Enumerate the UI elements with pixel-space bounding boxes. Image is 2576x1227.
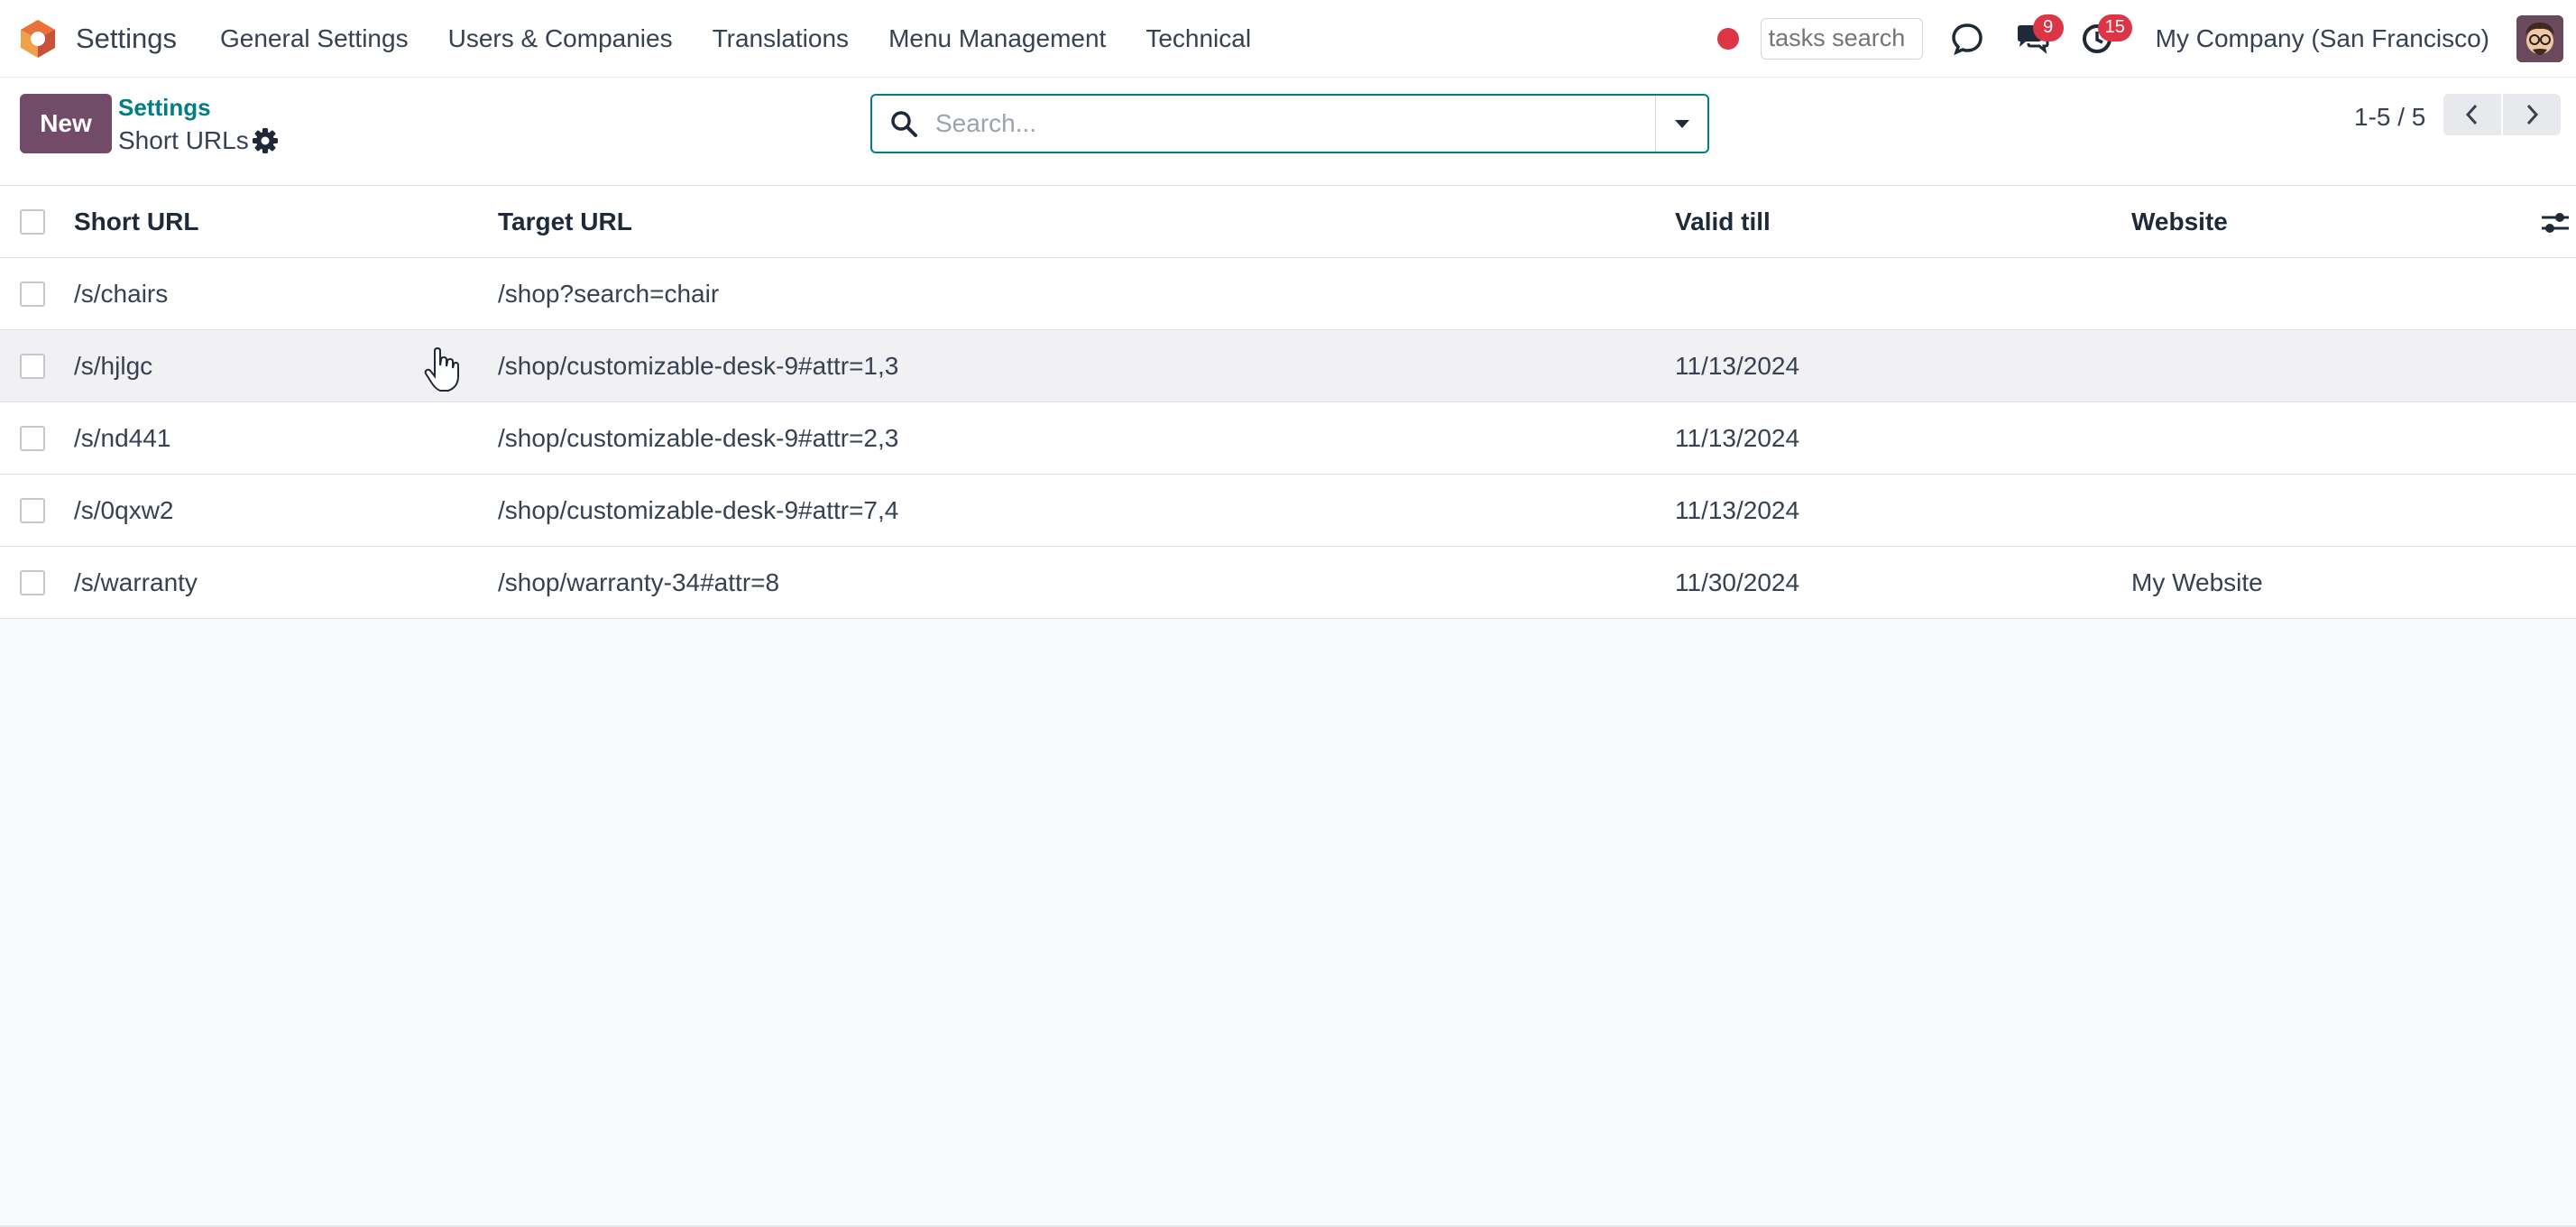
messages-badge: 9 [2032, 14, 2064, 42]
control-panel: New Settings Short URLs 1-5 / 5 [0, 78, 2576, 186]
table-row[interactable]: /s/chairs /shop?search=chair [0, 258, 2576, 330]
cell-valid-till: 11/30/2024 [1675, 568, 1800, 596]
cell-short-url: /s/warranty [74, 568, 198, 596]
search-icon [872, 96, 935, 152]
cell-short-url: /s/hjlgc [74, 352, 153, 380]
cell-valid-till: 11/13/2024 [1675, 496, 1800, 524]
activities-badge: 15 [2097, 14, 2132, 42]
row-checkbox[interactable] [20, 498, 45, 523]
pager-value[interactable]: 1-5 / 5 [2354, 103, 2425, 132]
column-header-short-url[interactable]: Short URL [74, 186, 198, 258]
select-all-checkbox[interactable] [20, 209, 45, 235]
cell-short-url: /s/0qxw2 [74, 496, 174, 524]
table-row[interactable]: /s/nd441 /shop/customizable-desk-9#attr=… [0, 402, 2576, 475]
new-button[interactable]: New [20, 94, 112, 153]
chat-icon[interactable] [1945, 16, 1990, 61]
cell-target-url: /shop/customizable-desk-9#attr=1,3 [498, 352, 899, 380]
row-checkbox[interactable] [20, 426, 45, 451]
menu-users-companies[interactable]: Users & Companies [428, 24, 693, 53]
cell-target-url: /shop/customizable-desk-9#attr=7,4 [498, 496, 899, 524]
menu-translations[interactable]: Translations [693, 24, 869, 53]
column-header-valid-till[interactable]: Valid till [1675, 186, 1771, 258]
search-bar [870, 94, 1709, 153]
search-input[interactable] [935, 97, 1655, 151]
chevron-right-icon[interactable] [2503, 94, 2561, 135]
menu-general-settings[interactable]: General Settings [200, 24, 428, 53]
optional-columns-icon[interactable] [2540, 208, 2571, 238]
odoo-logo-icon[interactable] [16, 17, 60, 60]
cell-target-url: /shop?search=chair [498, 280, 720, 308]
tasks-search-input[interactable] [1760, 17, 1923, 60]
company-switcher[interactable]: My Company (San Francisco) [2156, 24, 2489, 53]
breadcrumb-settings[interactable]: Settings [118, 94, 211, 122]
row-checkbox[interactable] [20, 570, 45, 595]
cell-target-url: /shop/customizable-desk-9#attr=2,3 [498, 424, 899, 452]
table-row[interactable]: /s/0qxw2 /shop/customizable-desk-9#attr=… [0, 475, 2576, 547]
caret-down-icon[interactable] [1655, 96, 1707, 152]
row-checkbox[interactable] [20, 281, 45, 307]
column-header-target-url[interactable]: Target URL [498, 186, 632, 258]
menu-menu-management[interactable]: Menu Management [869, 24, 1126, 53]
table-row[interactable]: /s/warranty /shop/warranty-34#attr=8 11/… [0, 547, 2576, 619]
cell-short-url: /s/chairs [74, 280, 169, 308]
gear-icon[interactable] [252, 127, 279, 154]
messages-icon[interactable]: 9 [2010, 14, 2064, 61]
menu-technical[interactable]: Technical [1126, 24, 1271, 53]
avatar[interactable] [2516, 14, 2563, 62]
app-name[interactable]: Settings [76, 23, 177, 55]
row-checkbox[interactable] [20, 354, 45, 379]
page-title: Short URLs [118, 126, 249, 154]
cell-target-url: /shop/warranty-34#attr=8 [498, 568, 780, 596]
hand-cursor-icon [424, 346, 460, 392]
column-header-website[interactable]: Website [2131, 186, 2228, 258]
cell-valid-till: 11/13/2024 [1675, 352, 1800, 380]
activity-clock-icon[interactable]: 15 [2075, 14, 2132, 61]
chevron-left-icon[interactable] [2443, 94, 2501, 135]
cell-website: My Website [2131, 568, 2263, 596]
top-navbar: Settings General Settings Users & Compan… [0, 0, 2576, 78]
record-dot-icon[interactable] [1716, 27, 1739, 50]
cell-short-url: /s/nd441 [74, 424, 171, 452]
table-row[interactable]: /s/hjlgc /shop/customizable-desk-9#attr=… [0, 330, 2576, 402]
table-header: Short URL Target URL Valid till Website [0, 186, 2576, 258]
cell-valid-till: 11/13/2024 [1675, 424, 1800, 452]
systray: 9 15 My Company (San Francisco) [1716, 0, 2576, 78]
